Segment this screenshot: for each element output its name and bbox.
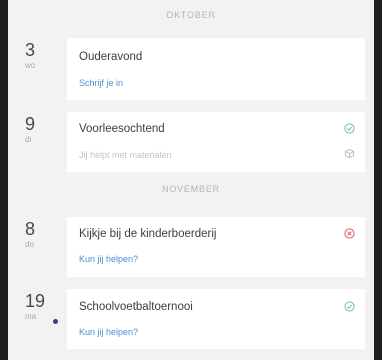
- help-link[interactable]: Kun jij helpen?: [79, 327, 138, 337]
- event-title: Schoolvoetbaltoernooi: [79, 301, 193, 313]
- event-day: 19: [25, 291, 46, 311]
- event-date: 19 ma: [25, 291, 61, 321]
- event-weekday: wo: [25, 61, 36, 70]
- event-date: 8 do: [25, 219, 61, 249]
- event-day: 8: [25, 219, 36, 239]
- event-card[interactable]: Kijkje bij de kinderboerderij Kun jij he…: [67, 217, 365, 277]
- event-day: 9: [25, 114, 36, 134]
- event-title: Kijkje bij de kinderboerderij: [79, 228, 217, 240]
- event-card[interactable]: Schoolvoetbaltoernooi Kun jij helpen?: [67, 289, 365, 349]
- event-title: Ouderavond: [79, 51, 143, 63]
- check-circle-icon[interactable]: [344, 301, 355, 312]
- month-header-october: OKTOBER: [166, 10, 216, 20]
- close-circle-icon[interactable]: [344, 228, 355, 239]
- help-link[interactable]: Kun jij helpen?: [79, 254, 138, 264]
- calendar-screen: OKTOBER 3 wo Ouderavond Schrijf je in 9 …: [8, 0, 374, 360]
- signup-link[interactable]: Schrijf je in: [79, 78, 123, 88]
- event-row: 19 ma Schoolvoetbaltoernooi Kun jij help…: [8, 289, 374, 349]
- event-row: 3 wo Ouderavond Schrijf je in: [8, 38, 374, 100]
- package-icon: [344, 148, 355, 159]
- event-date: 3 wo: [25, 40, 61, 70]
- event-date: 9 di: [25, 114, 61, 144]
- month-header-november: NOVEMBER: [162, 184, 220, 194]
- event-weekday: do: [25, 240, 34, 249]
- event-card[interactable]: Voorleesochtend Jij helpt met materialen: [67, 112, 365, 172]
- unread-indicator: [53, 319, 58, 324]
- event-day: 3: [25, 40, 36, 60]
- event-subtitle: Jij helpt met materialen: [79, 150, 172, 160]
- event-card[interactable]: Ouderavond Schrijf je in: [67, 38, 365, 100]
- event-weekday: di: [25, 135, 32, 144]
- event-row: 9 di Voorleesochtend Jij helpt met mater…: [8, 112, 374, 172]
- event-row: 8 do Kijkje bij de kinderboerderij Kun j…: [8, 217, 374, 277]
- check-circle-icon[interactable]: [344, 123, 355, 134]
- event-title: Voorleesochtend: [79, 123, 165, 135]
